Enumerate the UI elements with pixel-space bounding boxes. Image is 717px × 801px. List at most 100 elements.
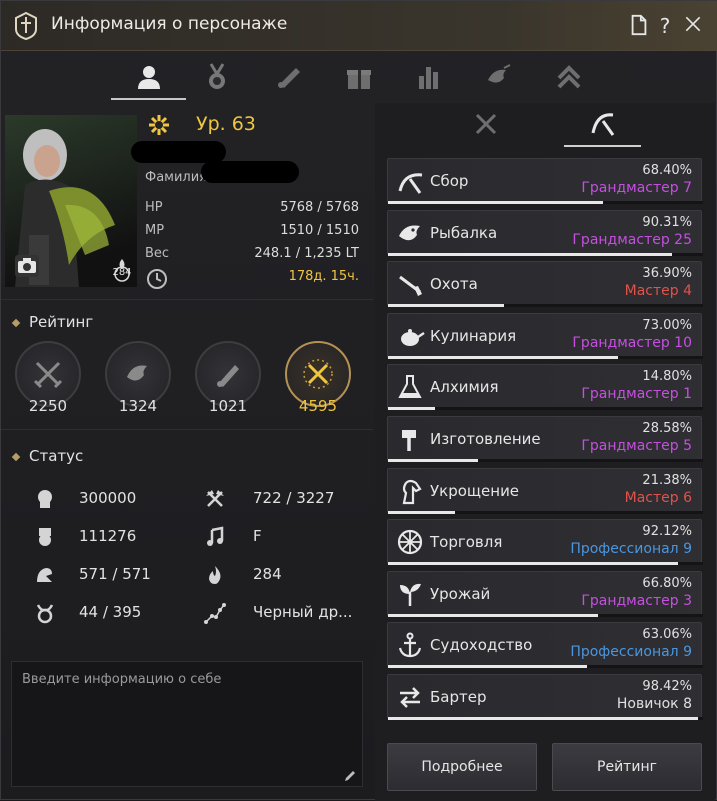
tab-life-gathering[interactable] <box>587 107 619 139</box>
crossed-swords-icon <box>33 361 63 389</box>
skill-name: Охота <box>430 275 478 294</box>
skill-name: Укрощение <box>430 481 520 500</box>
skill-rank: Профессионал 9 <box>570 644 692 661</box>
skill-name: Судоходство <box>430 636 533 655</box>
skill-name: Кулинария <box>430 326 517 345</box>
skill-percent: 63.06% <box>642 627 692 643</box>
rating-combat-value: 2250 <box>28 397 68 415</box>
title-bar[interactable]: Информация о персонаже ? <box>1 1 717 51</box>
skill-row[interactable]: Охота 36.90% Мастер 4 <box>387 261 703 308</box>
scroll-icon <box>278 68 300 88</box>
skill-percent: 66.80% <box>642 575 692 591</box>
gift-icon <box>347 70 371 89</box>
badge-number: 284 <box>112 267 132 278</box>
badge-icon: 284 <box>109 257 135 283</box>
hammer-icon <box>402 430 416 451</box>
progress-bar <box>388 407 435 411</box>
skill-rank: Мастер 6 <box>624 489 692 506</box>
family-label: Фамилия <box>145 170 207 185</box>
gold-crossed-swords-icon <box>303 359 333 389</box>
skill-rank: Грандмастер 1 <box>581 386 692 403</box>
sickle-icon <box>398 173 423 194</box>
progress-track <box>388 407 703 411</box>
user-icon <box>138 66 160 89</box>
skill-row[interactable]: Урожай 66.80% Грандмастер 3 <box>387 570 703 617</box>
skill-row[interactable]: Кулинария 73.00% Грандмастер 10 <box>387 312 703 359</box>
skill-row[interactable]: Рыбалка 90.31% Грандмастер 25 <box>387 209 703 256</box>
tab-profile[interactable] <box>127 57 171 97</box>
chevrons-up-icon <box>557 65 581 89</box>
character-info-window: Информация о персонаже ? 284 Ур. 63 Фами… <box>0 0 717 801</box>
tab-combat[interactable] <box>471 109 501 139</box>
close-icon[interactable] <box>681 14 705 38</box>
weight-value: 248.1 / 1,235 LT <box>254 246 359 261</box>
skill-percent: 14.80% <box>642 369 692 385</box>
window-title: Информация о персонаже <box>51 14 288 34</box>
medal-icon <box>209 63 225 89</box>
tab-life-skills[interactable] <box>477 57 521 97</box>
axe-icon <box>203 487 227 511</box>
rating-button[interactable]: Рейтинг <box>552 743 702 791</box>
skill-name: Изготовление <box>430 430 541 448</box>
about-me-box[interactable] <box>11 661 363 787</box>
weight-label: Вес <box>145 246 170 261</box>
bar-chart-icon <box>419 67 438 89</box>
skill-row[interactable]: Укрощение 21.38% Мастер 6 <box>387 467 703 514</box>
fish-icon <box>399 225 420 240</box>
stat-value: 44 / 395 <box>79 603 142 621</box>
sprout-icon <box>400 583 421 606</box>
stat-value: 300000 <box>79 489 137 507</box>
skill-rank: Новичок 8 <box>616 696 692 712</box>
skill-row[interactable]: Судоходство 63.06% Профессионал 9 <box>387 622 703 669</box>
fish-icon <box>127 365 147 381</box>
rifle-icon <box>399 275 422 297</box>
about-me-input[interactable] <box>12 662 362 786</box>
active-tab-underline <box>111 98 186 100</box>
tab-medals[interactable] <box>195 57 239 97</box>
progress-bar <box>388 459 479 462</box>
pencil-icon[interactable] <box>343 769 357 783</box>
divider <box>1 299 373 300</box>
skill-percent: 21.38% <box>642 472 692 488</box>
skill-row[interactable]: Алхимия 14.80% Грандмастер 1 <box>387 364 703 411</box>
skill-name: Рыбалка <box>430 223 498 242</box>
music-note-icon <box>203 525 227 549</box>
rating-heading: Рейтинг <box>11 313 93 331</box>
skill-rank: Профессионал 9 <box>570 541 692 558</box>
skill-percent: 36.90% <box>642 266 692 282</box>
level-emblem-icon <box>149 115 169 135</box>
status-heading: Статус <box>11 447 83 465</box>
tab-gifts[interactable] <box>337 57 381 97</box>
details-button[interactable]: Подробнее <box>387 743 537 791</box>
stat-value: 111276 <box>79 527 137 545</box>
document-icon[interactable] <box>627 14 651 38</box>
progress-bar <box>388 562 679 566</box>
progress-bar <box>388 717 699 720</box>
skill-row[interactable]: Сбор 68.40% Грандмастер 7 <box>387 158 703 204</box>
clock-icon <box>147 269 167 289</box>
tab-quests[interactable] <box>267 57 311 97</box>
skill-percent: 90.31% <box>642 214 692 230</box>
stat-value: 284 <box>253 565 282 583</box>
divider <box>1 429 373 430</box>
skill-name: Торговля <box>430 533 503 552</box>
skill-row[interactable]: Изготовление 28.58% Грандмастер 5 <box>387 416 703 462</box>
teapot-icon <box>401 328 425 346</box>
progress-bar <box>388 510 456 514</box>
skill-row[interactable]: Бартер 98.42% Новичок 8 <box>387 674 703 720</box>
skill-name: Урожай <box>430 584 491 603</box>
tab-rank[interactable] <box>547 57 591 97</box>
stat-value: 722 / 3227 <box>253 489 335 507</box>
help-icon[interactable]: ? <box>653 14 677 38</box>
badge-icon <box>33 525 57 549</box>
progress-bar <box>388 355 618 359</box>
camera-icon[interactable] <box>15 255 39 277</box>
skill-row[interactable]: Торговля 92.12% Профессионал 9 <box>387 519 703 566</box>
tab-stats[interactable] <box>407 57 451 97</box>
progress-bar <box>388 613 599 617</box>
character-level: Ур. 63 <box>196 113 256 135</box>
exchange-icon <box>400 687 420 708</box>
left-tab-bar <box>1 51 581 103</box>
stat-value: 571 / 571 <box>79 565 151 583</box>
skill-rank: Грандмастер 25 <box>572 231 692 248</box>
